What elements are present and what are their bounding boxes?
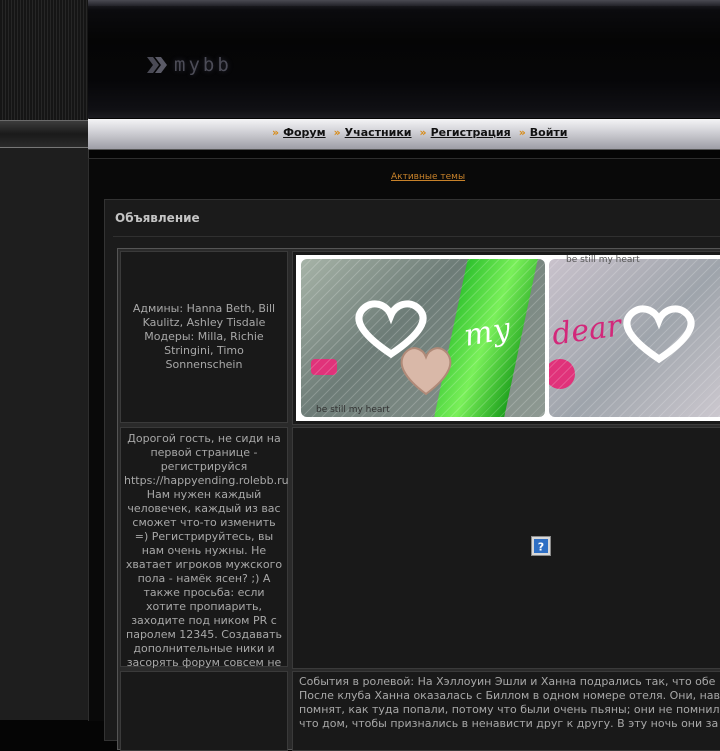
empty-cell bbox=[120, 671, 288, 751]
banner-caption-right: be still my heart bbox=[566, 255, 640, 265]
active-topics-link[interactable]: Активные темы bbox=[391, 172, 465, 182]
main-navigation: ›› Форум ›› Участники ›› Регистрация ›› … bbox=[88, 119, 720, 150]
header-topline bbox=[88, 0, 720, 6]
admins-cell: Админы: Hanna Beth, Bill Kaulitz, Ashley… bbox=[120, 251, 288, 423]
nav-link-register[interactable]: Регистрация bbox=[431, 126, 511, 139]
events-line: что дом, чтобы признались в ненависти др… bbox=[299, 717, 719, 730]
svg-text:?: ? bbox=[538, 541, 544, 554]
nav-arrow-icon: ›› bbox=[419, 126, 427, 139]
nav-link-members[interactable]: Участники bbox=[345, 126, 412, 139]
nav-arrow-icon: ›› bbox=[518, 126, 526, 139]
nav-list: ›› Форум ›› Участники ›› Регистрация ›› … bbox=[272, 126, 576, 139]
events-line: помнят, как туда попали, потому что были… bbox=[299, 703, 720, 716]
nav-link-login[interactable]: Войти bbox=[530, 126, 568, 139]
nav-arrow-icon: ›› bbox=[272, 126, 279, 139]
left-nav-bar bbox=[0, 120, 88, 148]
nav-item-login: ›› Войти bbox=[519, 126, 568, 139]
left-stripes bbox=[0, 0, 88, 120]
left-column bbox=[0, 0, 89, 720]
heart-outline-icon bbox=[623, 305, 695, 364]
announcement-divider bbox=[113, 236, 720, 237]
image-cell: ? bbox=[292, 427, 720, 669]
logo-text: mybb bbox=[174, 54, 232, 76]
events-line: После клуба Ханна оказалась с Биллом в о… bbox=[299, 689, 720, 702]
nav-item-forum: ›› Форум bbox=[272, 126, 326, 139]
banner-cell: my dear be still my heart be still my he… bbox=[292, 251, 720, 425]
admins-text: Админы: Hanna Beth, Bill Kaulitz, Ashley… bbox=[132, 302, 276, 371]
hands-heart-icon bbox=[400, 347, 452, 396]
broken-image-icon: ? bbox=[531, 536, 551, 556]
events-cell: События в ролевой: На Хэллоуин Эшли и Ха… bbox=[292, 671, 720, 751]
guest-message-cell: Дорогой гость, не сиди на первой страниц… bbox=[120, 427, 289, 683]
nav-arrow-icon: ›› bbox=[333, 126, 341, 139]
forum-logo[interactable]: mybb bbox=[146, 54, 232, 76]
nav-link-forum[interactable]: Форум bbox=[283, 126, 326, 139]
guest-message-text: Дорогой гость, не сиди на первой страниц… bbox=[124, 432, 289, 683]
double-chevron-icon bbox=[147, 57, 167, 73]
banner-caption: be still my heart bbox=[316, 405, 390, 415]
main-content: Активные темы Объявление Админы: Hanna B… bbox=[88, 158, 720, 751]
announcement-title: Объявление bbox=[115, 211, 200, 225]
nav-item-members: ›› Участники bbox=[334, 126, 412, 139]
forum-header: mybb bbox=[88, 0, 720, 118]
announcement-table: Админы: Hanna Beth, Bill Kaulitz, Ashley… bbox=[117, 248, 720, 751]
forum-banner-image: my dear be still my heart be still my he… bbox=[296, 255, 720, 421]
nav-item-register: ›› Регистрация bbox=[420, 126, 511, 139]
events-line: События в ролевой: На Хэллоуин Эшли и Ха… bbox=[299, 675, 720, 688]
announcement-block: Объявление Админы: Hanna Beth, Bill Kaul… bbox=[104, 199, 720, 751]
